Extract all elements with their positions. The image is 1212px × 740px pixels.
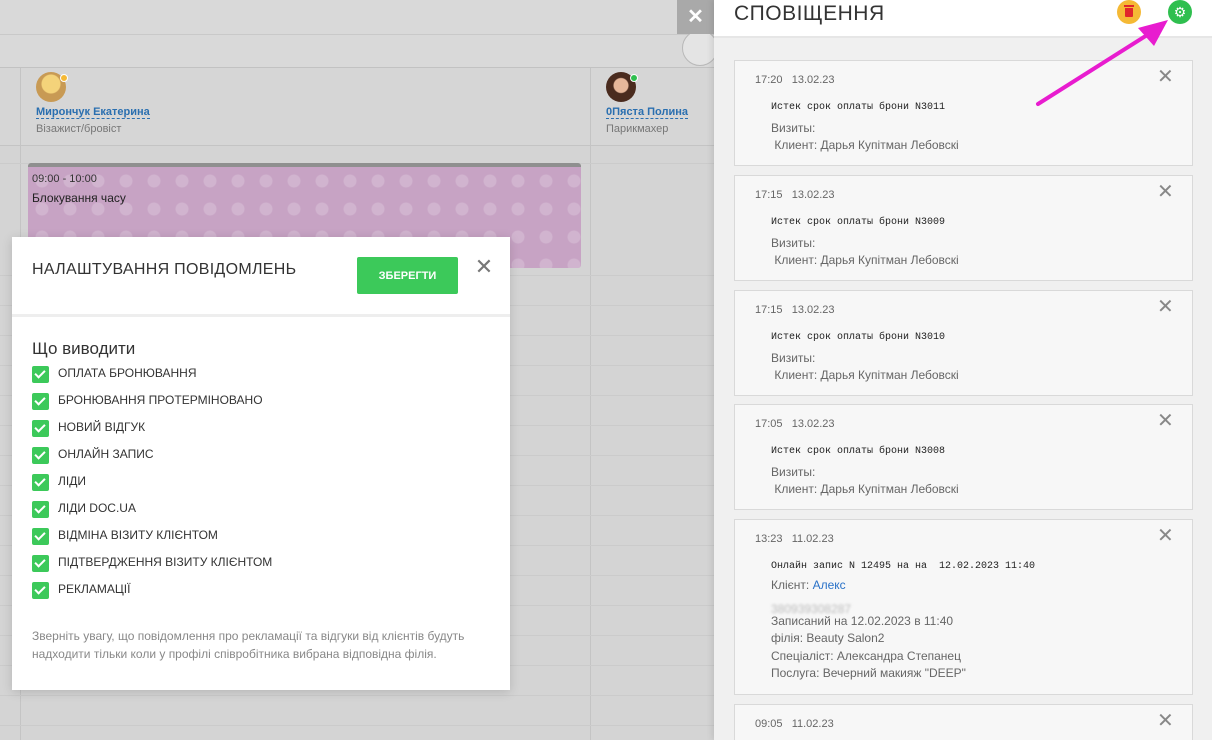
notification-card: 17:15 13.02.23 ✕ Истек срок оплаты брони… bbox=[734, 290, 1193, 396]
notifications-panel: СПОВІЩЕННЯ ⚙ 17:20 13.02.23 ✕ Истек срок… bbox=[714, 0, 1212, 740]
staff-role: Візажист/бровіст bbox=[36, 123, 122, 135]
notification-client: Клиент: Дарья Купітман Лебовскі bbox=[771, 253, 959, 267]
notification-date: 13.02.23 bbox=[791, 304, 835, 316]
branch: філія: Beauty Salon2 bbox=[771, 631, 885, 645]
checkbox[interactable] bbox=[32, 555, 49, 572]
notification-visits: Визиты: bbox=[771, 121, 816, 135]
calendar-round-button[interactable] bbox=[682, 30, 718, 66]
close-icon[interactable]: ✕ bbox=[1157, 182, 1174, 202]
notification-card: 09:05 11.02.23 ✕ bbox=[734, 704, 1193, 740]
close-icon[interactable]: ✕ bbox=[1157, 526, 1174, 546]
checkbox[interactable] bbox=[32, 582, 49, 599]
notification-time: 17:05 bbox=[755, 418, 783, 430]
panel-title: СПОВІЩЕННЯ bbox=[734, 2, 885, 25]
notification-time: 13:23 bbox=[755, 533, 783, 545]
event-time: 09:00 - 10:00 bbox=[32, 173, 97, 185]
notification-date: 13.02.23 bbox=[791, 189, 835, 201]
booked-time: Записаний на 12.02.2023 в 11:40 bbox=[771, 614, 954, 628]
option-leads[interactable]: ЛІДИ bbox=[32, 474, 272, 501]
notification-message: Истек срок оплаты брони N3011 bbox=[771, 102, 946, 113]
notification-card: 17:20 13.02.23 ✕ Истек срок оплаты брони… bbox=[734, 60, 1193, 166]
staff-name[interactable]: Мирончук Екатерина bbox=[36, 106, 150, 119]
client-label: Клієнт: bbox=[771, 578, 813, 592]
notification-visits: Визиты: bbox=[771, 351, 816, 365]
close-icon[interactable]: ✕ bbox=[1157, 711, 1174, 731]
notification-message: Онлайн запис N 12495 на на 12.02.2023 11… bbox=[771, 561, 1036, 572]
event-title: Блокування часу bbox=[32, 191, 126, 205]
notification-visits: Визиты: bbox=[771, 465, 816, 479]
notification-client: Клиент: Дарья Купітман Лебовскі bbox=[771, 138, 959, 152]
notification-time: 17:20 bbox=[755, 74, 783, 86]
panel-header: СПОВІЩЕННЯ ⚙ bbox=[714, 0, 1212, 38]
notification-message: Истек срок оплаты брони N3010 bbox=[771, 332, 946, 343]
option-complaints[interactable]: РЕКЛАМАЦІЇ bbox=[32, 582, 272, 609]
option-booking-expired[interactable]: БРОНЮВАННЯ ПРОТЕРМІНОВАНО bbox=[32, 393, 272, 420]
option-leads-docua[interactable]: ЛІДИ DOC.UA bbox=[32, 501, 272, 528]
checkbox[interactable] bbox=[32, 447, 49, 464]
notification-settings-modal: НАЛАШТУВАННЯ ПОВІДОМЛЕНЬ ЗБЕРЕГТИ ✕ Що в… bbox=[12, 237, 510, 690]
trash-icon[interactable] bbox=[1117, 0, 1141, 24]
panel-close-button[interactable]: ✕ bbox=[677, 0, 714, 34]
checkbox[interactable] bbox=[32, 393, 49, 410]
notification-time: 09:05 bbox=[755, 718, 783, 730]
gear-icon[interactable]: ⚙ bbox=[1168, 0, 1192, 24]
client-link[interactable]: Алекс bbox=[813, 578, 846, 592]
close-icon[interactable]: ✕ bbox=[474, 256, 494, 278]
notification-date: 11.02.23 bbox=[791, 533, 834, 545]
option-booking-payment[interactable]: ОПЛАТА БРОНЮВАННЯ bbox=[32, 366, 272, 393]
option-new-review[interactable]: НОВИЙ ВІДГУК bbox=[32, 420, 272, 447]
close-icon[interactable]: ✕ bbox=[1157, 297, 1174, 317]
notification-card-online-booking: 13:23 11.02.23 ✕ Онлайн запис N 12495 на… bbox=[734, 519, 1193, 695]
service: Послуга: Вечерний макияж "DEEP" bbox=[771, 666, 966, 680]
section-title: Що виводити bbox=[32, 339, 136, 358]
option-online-booking[interactable]: ОНЛАЙН ЗАПИС bbox=[32, 447, 272, 474]
notification-time: 17:15 bbox=[755, 189, 783, 201]
close-icon[interactable]: ✕ bbox=[1157, 67, 1174, 87]
checkbox[interactable] bbox=[32, 474, 49, 491]
settings-note: Зверніть увагу, що повідомлення про рекл… bbox=[32, 629, 465, 661]
notification-visits: Визиты: bbox=[771, 236, 816, 250]
notification-card: 17:05 13.02.23 ✕ Истек срок оплаты брони… bbox=[734, 404, 1193, 510]
status-dot bbox=[630, 74, 638, 82]
options-list: ОПЛАТА БРОНЮВАННЯ БРОНЮВАННЯ ПРОТЕРМІНОВ… bbox=[32, 366, 272, 609]
close-icon[interactable]: ✕ bbox=[1157, 411, 1174, 431]
checkbox[interactable] bbox=[32, 528, 49, 545]
notification-date: 13.02.23 bbox=[791, 418, 835, 430]
checkbox[interactable] bbox=[32, 420, 49, 437]
notification-client: Клиент: Дарья Купітман Лебовскі bbox=[771, 368, 959, 382]
option-visit-confirm[interactable]: ПІДТВЕРДЖЕННЯ ВІЗИТУ КЛІЄНТОМ bbox=[32, 555, 272, 582]
notification-date: 13.02.23 bbox=[791, 74, 835, 86]
checkbox[interactable] bbox=[32, 366, 49, 383]
checkbox[interactable] bbox=[32, 501, 49, 518]
staff-role: Парикмахер bbox=[606, 123, 669, 135]
notification-message: Истек срок оплаты брони N3008 bbox=[771, 446, 946, 457]
modal-title: НАЛАШТУВАННЯ ПОВІДОМЛЕНЬ bbox=[32, 261, 297, 278]
notification-card: 17:15 13.02.23 ✕ Истек срок оплаты брони… bbox=[734, 175, 1193, 281]
notification-client: Клиент: Дарья Купітман Лебовскі bbox=[771, 482, 959, 496]
modal-header: НАЛАШТУВАННЯ ПОВІДОМЛЕНЬ ЗБЕРЕГТИ ✕ bbox=[12, 237, 510, 317]
staff-name[interactable]: 0Пяста Полина bbox=[606, 106, 688, 119]
notification-date: 11.02.23 bbox=[791, 718, 834, 730]
specialist: Спеціаліст: Александра Степанец bbox=[771, 649, 961, 663]
notification-message: Истек срок оплаты брони N3009 bbox=[771, 217, 946, 228]
notification-time: 17:15 bbox=[755, 304, 783, 316]
option-visit-cancel[interactable]: ВІДМІНА ВІЗИТУ КЛІЄНТОМ bbox=[32, 528, 272, 555]
calendar-toolbar bbox=[0, 0, 714, 68]
save-button[interactable]: ЗБЕРЕГТИ bbox=[357, 257, 458, 294]
status-dot bbox=[60, 74, 68, 82]
